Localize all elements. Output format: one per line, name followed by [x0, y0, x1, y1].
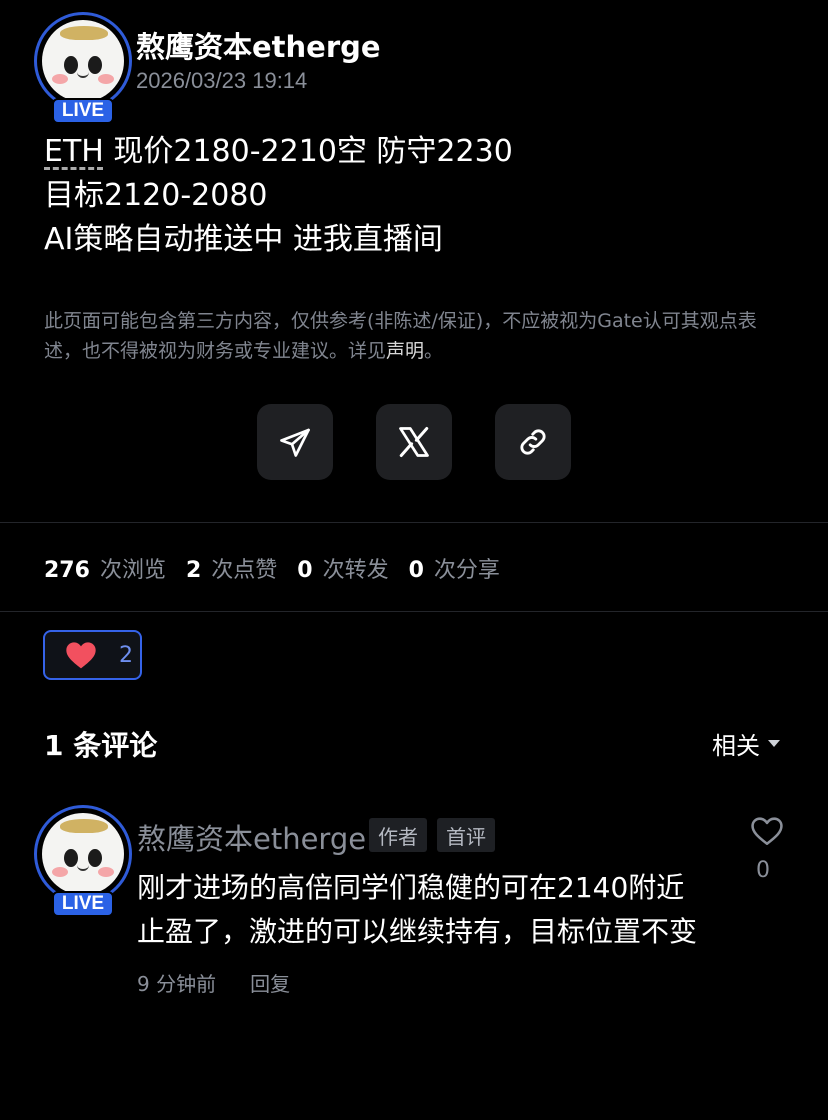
comment-avatar[interactable]: LIVE — [34, 805, 132, 917]
disclaimer-end: 。 — [424, 340, 444, 362]
post-body: ETH 现价2180-2210空 防守2230 目标2120-2080 AI策略… — [44, 130, 513, 262]
author-tag: 作者 — [369, 818, 427, 852]
avatar-eye — [64, 849, 78, 867]
comments-title: 1 条评论 — [44, 729, 158, 762]
post-stats: 276 次浏览 2 次点赞 0 次转发 0 次分享 — [44, 552, 520, 584]
avatar-cheek — [98, 74, 114, 84]
avatar-image — [42, 20, 124, 102]
avatar-hair — [60, 819, 108, 833]
comment-sort-dropdown[interactable]: 相关 — [712, 726, 780, 761]
comment-line-1: 刚才进场的高倍同学们稳健的可在2140附近 — [137, 871, 685, 904]
post-line-1: ETH 现价2180-2210空 防守2230 — [44, 130, 513, 174]
post-timestamp: 2026/03/23 19:14 — [136, 68, 308, 93]
x-logo-icon — [399, 427, 429, 457]
heart-filled-icon — [66, 642, 96, 669]
shares-label: 次分享 — [433, 558, 500, 583]
avatar-cheek — [52, 867, 68, 877]
like-count: 2 — [119, 642, 133, 668]
views-label: 次浏览 — [99, 558, 166, 583]
likes-label: 次点赞 — [211, 558, 278, 583]
link-icon — [520, 429, 546, 455]
avatar-cheek — [52, 74, 68, 84]
comment-author-name[interactable]: 熬鹰资本etherge — [137, 816, 366, 858]
share-x-button[interactable] — [376, 404, 452, 480]
sort-label: 相关 — [712, 732, 760, 760]
caret-down-icon — [768, 740, 780, 747]
reply-button[interactable]: 回复 — [250, 968, 290, 997]
live-badge[interactable]: LIVE — [52, 98, 114, 124]
comment-line-2: 止盈了，激进的可以继续持有，目标位置不变 — [137, 915, 698, 948]
post-author-name[interactable]: 熬鹰资本etherge — [136, 24, 381, 66]
live-badge[interactable]: LIVE — [52, 891, 114, 917]
send-icon — [280, 428, 310, 457]
avatar-eye — [88, 56, 102, 74]
avatar-eye — [64, 56, 78, 74]
avatar-mouth — [77, 865, 89, 871]
divider — [0, 611, 828, 612]
avatar-image — [42, 813, 124, 895]
likes-count: 2 — [185, 558, 202, 583]
comment-time: 9 分钟前 — [137, 972, 217, 996]
avatar-ring — [34, 805, 132, 903]
disclaimer: 此页面可能包含第三方内容，仅供参考(非陈述/保证)，不应被视为Gate认可其观点… — [44, 306, 784, 366]
ticker-link[interactable]: ETH — [44, 134, 104, 169]
comment-like-button[interactable] — [749, 816, 785, 850]
post-line-3: AI策略自动推送中 进我直播间 — [44, 222, 443, 257]
comment-text: 刚才进场的高倍同学们稳健的可在2140附近 止盈了，激进的可以继续持有，目标位置… — [137, 866, 697, 954]
avatar-ring — [34, 12, 132, 110]
comment-like-count: 0 — [756, 858, 770, 883]
views-count: 276 — [44, 558, 90, 583]
avatar-eye — [88, 849, 102, 867]
reposts-count: 0 — [297, 558, 313, 583]
post-line-2: 目标2120-2080 — [44, 178, 268, 213]
reposts-label: 次转发 — [322, 558, 389, 583]
post-avatar[interactable]: LIVE — [34, 12, 132, 124]
first-comment-tag: 首评 — [437, 818, 495, 852]
shares-count: 0 — [408, 558, 424, 583]
avatar-cheek — [98, 867, 114, 877]
heart-outline-icon — [751, 817, 783, 846]
avatar-mouth — [77, 72, 89, 78]
divider — [0, 522, 828, 523]
comment-meta: 9 分钟前 回复 — [137, 968, 290, 997]
like-button[interactable]: 2 — [43, 630, 142, 680]
avatar-hair — [60, 26, 108, 40]
post-line-1-text: 现价2180-2210空 防守2230 — [103, 134, 513, 169]
share-row — [257, 404, 571, 480]
copy-link-button[interactable] — [495, 404, 571, 480]
share-telegram-button[interactable] — [257, 404, 333, 480]
disclaimer-link[interactable]: 声明 — [386, 340, 424, 362]
